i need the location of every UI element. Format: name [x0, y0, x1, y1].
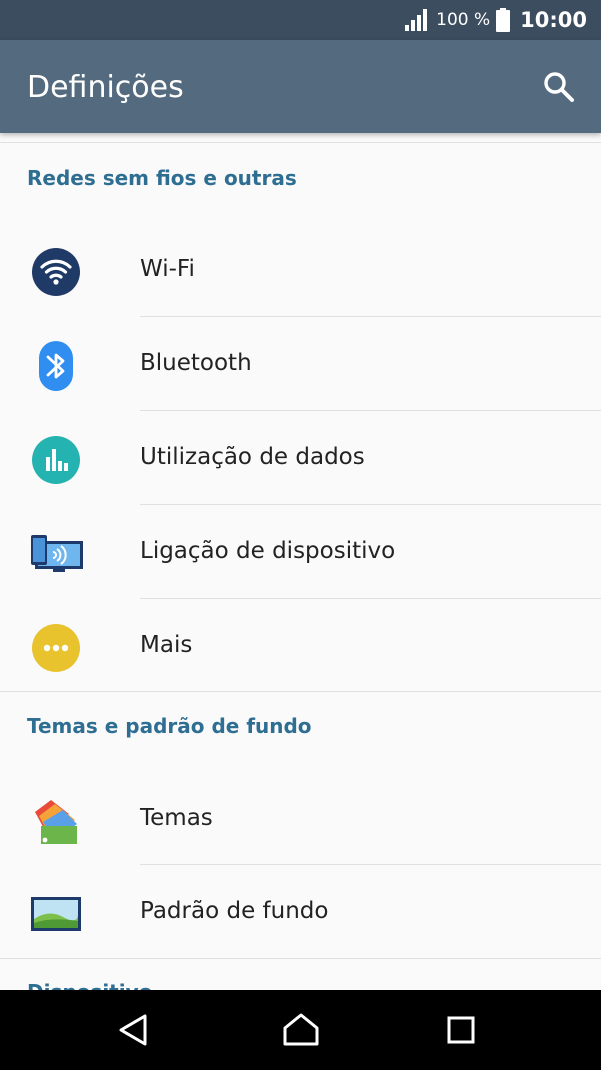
settings-item-wallpaper[interactable]: Padrão de fundo	[0, 865, 601, 958]
settings-item-more[interactable]: Mais	[0, 599, 601, 692]
back-icon	[119, 1014, 147, 1046]
recents-button[interactable]	[441, 1010, 481, 1050]
section-divider	[0, 691, 601, 692]
section-header-wireless: Redes sem fios e outras	[27, 166, 297, 190]
settings-item-label: Padrão de fundo	[140, 898, 329, 924]
settings-item-label: Temas	[140, 805, 213, 831]
settings-item-wifi[interactable]: Wi-Fi	[0, 223, 601, 316]
battery-percentage: 100 %	[436, 10, 491, 30]
wallpaper-icon	[31, 897, 81, 931]
settings-item-label: Bluetooth	[140, 350, 252, 376]
top-divider	[0, 142, 601, 143]
recents-icon	[447, 1016, 475, 1044]
home-button[interactable]	[281, 1010, 321, 1050]
status-clock: 10:00	[520, 8, 587, 32]
navigation-bar	[0, 990, 601, 1070]
battery-icon	[496, 8, 511, 32]
settings-list: Redes sem fios e outras Wi-Fi Bluetooth	[0, 133, 601, 990]
settings-screen: 100 % 10:00 Definições Redes sem fios e …	[0, 0, 601, 1070]
device-connection-icon	[31, 535, 83, 572]
section-header-themes: Temas e padrão de fundo	[27, 714, 312, 738]
data-usage-icon	[32, 436, 80, 484]
signal-icon	[405, 9, 428, 31]
settings-item-bluetooth[interactable]: Bluetooth	[0, 317, 601, 410]
themes-icon	[35, 800, 77, 844]
search-button[interactable]	[541, 69, 577, 105]
more-icon	[32, 624, 80, 672]
page-title: Definições	[27, 70, 184, 105]
section-divider	[0, 958, 601, 959]
back-button[interactable]	[113, 1010, 153, 1050]
settings-item-label: Mais	[140, 632, 193, 658]
settings-item-data-usage[interactable]: Utilização de dados	[0, 411, 601, 504]
bluetooth-icon	[39, 341, 73, 391]
status-bar: 100 % 10:00	[0, 0, 601, 40]
search-icon	[544, 72, 574, 102]
status-indicators: 100 % 10:00	[404, 0, 587, 40]
wifi-icon	[32, 248, 80, 296]
section-header-device: Dispositivo	[27, 980, 152, 990]
settings-item-label: Ligação de dispositivo	[140, 538, 396, 564]
app-bar: Definições	[0, 40, 601, 133]
settings-item-device-connection[interactable]: Ligação de dispositivo	[0, 505, 601, 598]
settings-item-label: Wi-Fi	[140, 256, 195, 282]
settings-item-label: Utilização de dados	[140, 444, 365, 470]
settings-item-themes[interactable]: Temas	[0, 772, 601, 865]
home-icon	[283, 1013, 319, 1046]
